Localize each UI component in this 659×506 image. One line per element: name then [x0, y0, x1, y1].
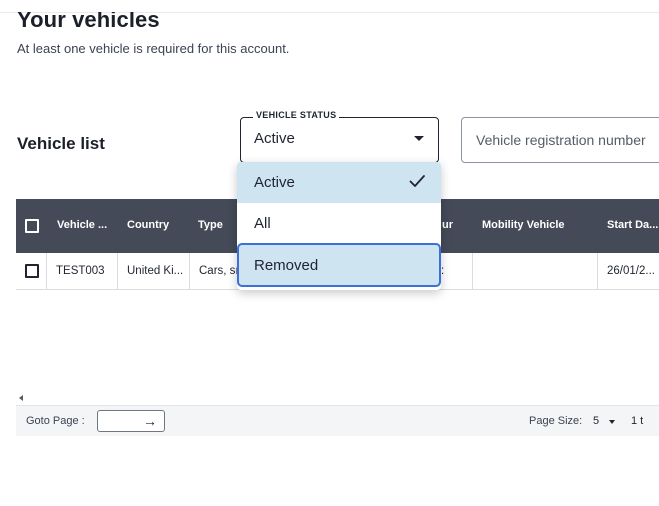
column-divider	[472, 253, 473, 289]
page-size-label: Page Size:	[529, 415, 583, 427]
status-option-active[interactable]: Active	[237, 162, 441, 203]
status-option-label: Removed	[254, 257, 319, 274]
column-header-type[interactable]: Type	[198, 219, 223, 231]
vehicle-status-select[interactable]: VEHICLE STATUS Active	[240, 110, 439, 163]
cell-start-date: 26/01/2...	[607, 265, 655, 277]
caret-down-icon	[414, 136, 424, 141]
column-divider	[189, 253, 190, 289]
vehicle-status-dropdown: Active All Removed	[237, 162, 441, 290]
vehicle-status-value: Active	[254, 130, 295, 147]
page-title: Your vehicles	[17, 7, 160, 32]
column-header-mobility-vehicle[interactable]: Mobility Vehicle	[482, 219, 565, 231]
cell-type: Cars, sı	[199, 265, 239, 277]
column-divider	[597, 253, 598, 289]
registration-search-input[interactable]	[462, 118, 659, 162]
status-option-label: Active	[254, 174, 295, 191]
table-pager: Goto Page : → Page Size: 5 1 t	[16, 405, 659, 436]
status-option-all[interactable]: All	[237, 203, 441, 244]
row-checkbox[interactable]	[25, 264, 39, 278]
check-icon	[409, 175, 425, 187]
column-header-start-date[interactable]: Start Da...	[607, 219, 658, 231]
page-size-select[interactable]: 5	[593, 415, 599, 427]
column-header-vehicle[interactable]: Vehicle ...	[57, 219, 107, 231]
registration-search-field[interactable]	[461, 117, 659, 163]
vehicle-list-title: Vehicle list	[17, 134, 105, 153]
select-all-checkbox[interactable]	[25, 219, 39, 233]
goto-page-label: Goto Page :	[26, 415, 85, 427]
goto-page-input[interactable]: →	[97, 410, 165, 432]
column-header-country[interactable]: Country	[127, 219, 169, 231]
cell-country: United Ki...	[127, 265, 184, 277]
scroll-left-arrow-icon[interactable]	[19, 395, 23, 401]
column-header-colour[interactable]: ur	[442, 219, 453, 231]
status-option-label: All	[254, 215, 271, 232]
caret-down-icon[interactable]	[609, 420, 615, 424]
cell-colour: :	[441, 265, 445, 277]
page-range-text: 1 t	[631, 415, 644, 427]
column-divider	[117, 253, 118, 289]
status-option-removed[interactable]: Removed	[237, 243, 441, 287]
arrow-right-icon[interactable]: →	[143, 413, 157, 429]
cell-vehicle: TEST003	[56, 265, 105, 277]
column-divider	[46, 253, 47, 289]
page-subtitle: At least one vehicle is required for thi…	[17, 41, 290, 56]
vehicle-status-legend: VEHICLE STATUS	[253, 110, 340, 120]
